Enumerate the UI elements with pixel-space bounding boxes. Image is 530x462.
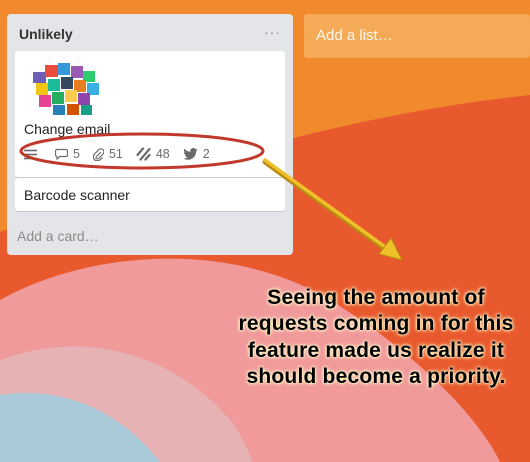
attachments-count: 51 <box>108 147 123 161</box>
tweets-badge: 2 <box>183 147 210 161</box>
list-title: Unlikely <box>19 26 73 42</box>
add-card-button[interactable]: Add a card… <box>17 228 99 244</box>
votes-count: 48 <box>155 147 170 161</box>
tweets-count: 2 <box>202 147 210 161</box>
paperclip-icon <box>92 147 104 161</box>
card-title: Barcode scanner <box>24 187 130 203</box>
add-list-label: Add a list… <box>316 27 393 44</box>
card-title: Change email <box>24 121 111 137</box>
card-barcode-scanner[interactable]: Barcode scanner <box>15 178 285 211</box>
card-badges: 5 51 48 2 <box>24 145 223 163</box>
description-icon <box>24 149 42 160</box>
annotation-callout-text: Seeing the amount of requests coming in … <box>238 286 514 388</box>
card-cover-image <box>33 63 99 115</box>
comment-icon <box>55 148 68 160</box>
list-unlikely: Unlikely ··· Change email 5 51 48 2 Barc… <box>7 14 293 255</box>
twitter-bird-icon <box>183 148 198 160</box>
attachments-badge: 51 <box>92 147 123 161</box>
add-list-button[interactable]: Add a list… <box>304 14 530 58</box>
comments-count: 5 <box>73 147 80 161</box>
list-menu-icon[interactable]: ··· <box>264 24 281 40</box>
votes-badge: 48 <box>136 147 170 161</box>
comments-badge: 5 <box>55 147 80 161</box>
slash-icon <box>136 147 151 161</box>
card-change-email[interactable]: Change email 5 51 48 2 <box>15 51 285 177</box>
